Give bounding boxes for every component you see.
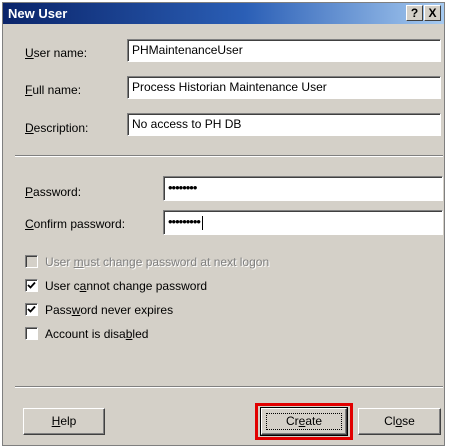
close-title-button[interactable]: X (424, 5, 441, 21)
separator-top (15, 155, 443, 157)
username-label: User name: (25, 46, 88, 60)
password-label: Password: (25, 185, 82, 199)
fullname-input[interactable]: Process Historian Maintenance User (127, 76, 441, 99)
checkbox-box (25, 279, 38, 292)
create-button-highlight (255, 403, 353, 440)
confirm-password-mask: ••••••••• (168, 214, 201, 229)
cannot-change-password-label: User cannot change password (45, 279, 208, 293)
password-never-expires-label: Password never expires (45, 303, 174, 317)
must-change-password-label: User must change password at next logon (45, 255, 270, 269)
separator-bottom (15, 386, 443, 388)
account-disabled-label: Account is disabled (45, 327, 149, 341)
description-input[interactable]: No access to PH DB (127, 113, 441, 136)
username-input[interactable]: PHMaintenanceUser (127, 39, 441, 62)
checkmark-icon (27, 305, 36, 313)
fullname-label: Full name: (25, 83, 82, 97)
text-caret (201, 215, 203, 230)
password-mask: •••••••• (168, 180, 197, 195)
checkmark-icon (27, 281, 36, 289)
checkbox-box (25, 255, 38, 268)
checkbox-box (25, 327, 38, 340)
confirm-password-label: Confirm password: (25, 217, 126, 231)
title-bar[interactable]: New User ? X (3, 3, 444, 24)
help-button[interactable]: Help (23, 408, 105, 435)
confirm-password-input[interactable]: ••••••••• (163, 210, 443, 235)
description-label: Description: (25, 121, 89, 135)
help-title-button[interactable]: ? (406, 5, 423, 21)
dialog-title: New User (8, 6, 68, 21)
new-user-dialog: New User ? X User name: PHMaintenanceUse… (2, 2, 445, 446)
close-button[interactable]: Close (358, 408, 441, 435)
password-input[interactable]: •••••••• (163, 176, 443, 201)
checkbox-box (25, 303, 38, 316)
